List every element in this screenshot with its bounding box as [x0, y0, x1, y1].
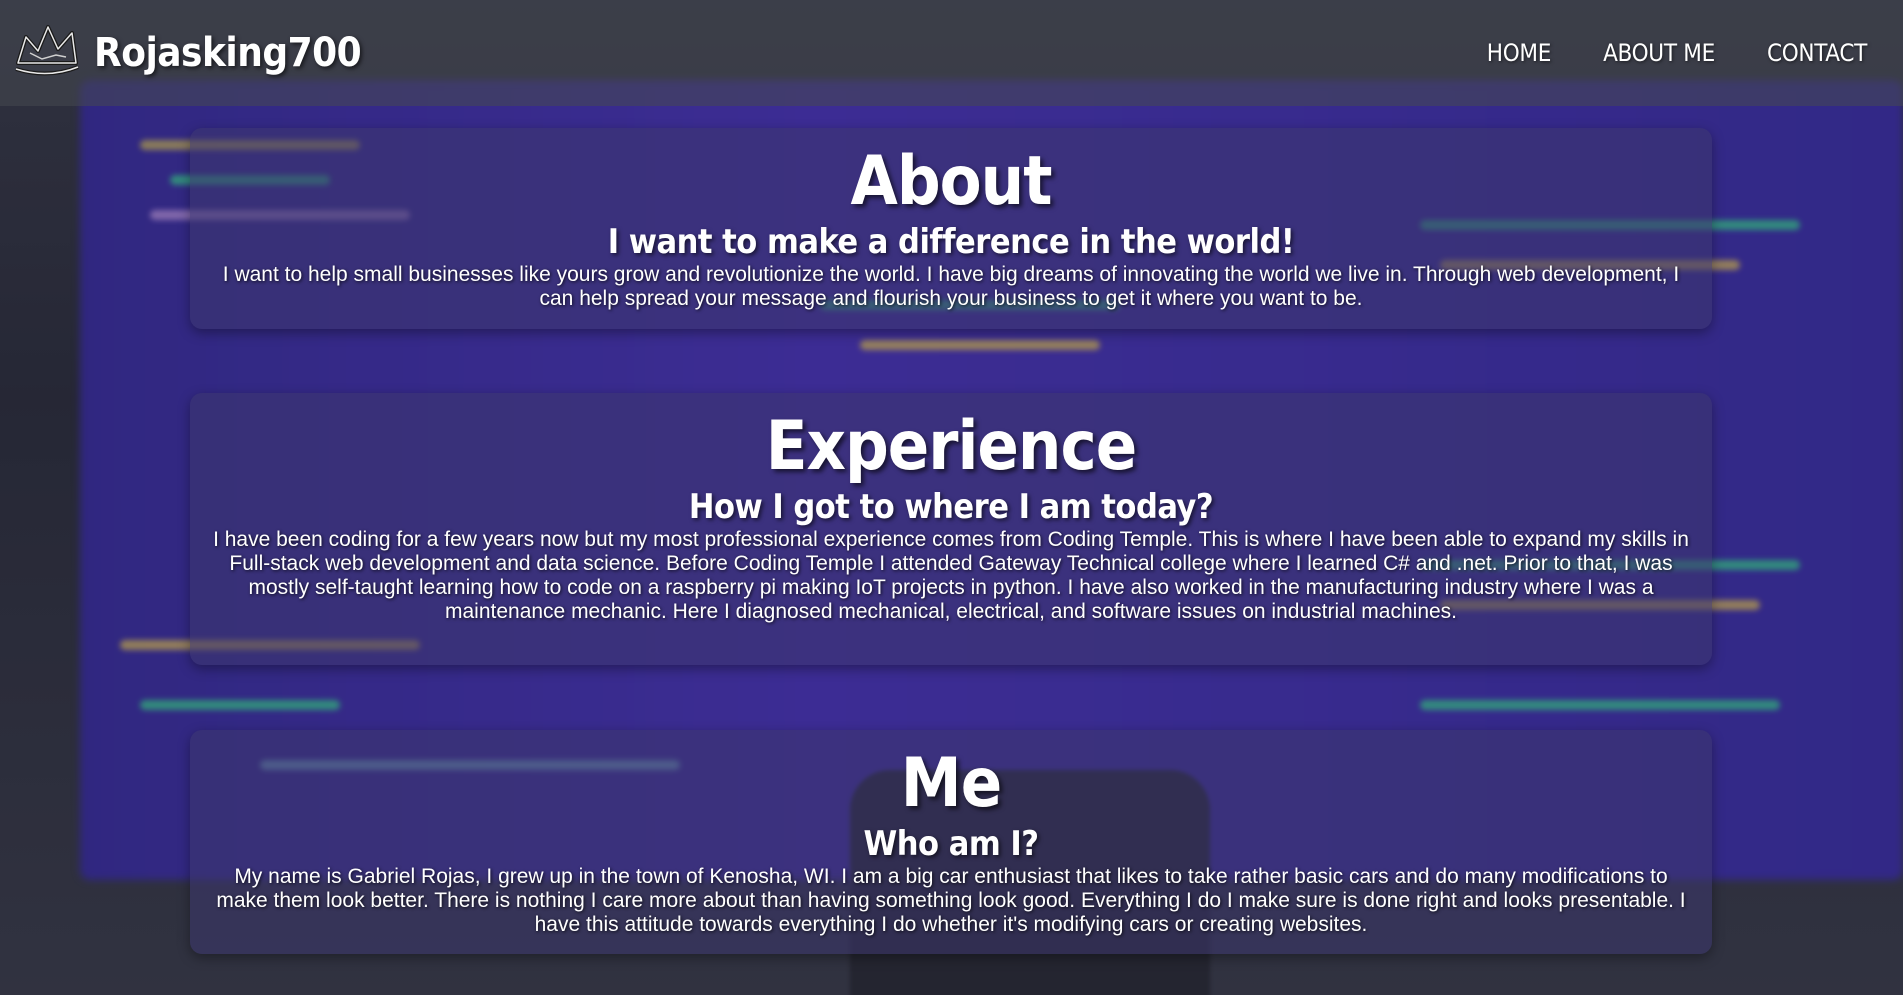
experience-title: Experience: [765, 407, 1138, 486]
main-nav: HOME ABOUT ME CONTACT: [1487, 39, 1868, 67]
about-card: About I want to make a difference in the…: [190, 128, 1712, 329]
experience-text: I have been coding for a few years now b…: [213, 528, 1689, 624]
crown-icon: [12, 19, 82, 88]
navbar: Rojasking700 HOME ABOUT ME CONTACT: [0, 0, 1903, 106]
me-subtitle: Who am I?: [863, 824, 1039, 864]
about-title: About: [850, 142, 1053, 221]
about-text: I want to help small businesses like you…: [222, 263, 1680, 311]
me-title: Me: [900, 744, 1002, 823]
brand-name: Rojasking700: [94, 30, 362, 76]
brand-link[interactable]: Rojasking700: [12, 19, 362, 88]
nav-about-me-link[interactable]: ABOUT ME: [1603, 39, 1715, 67]
me-card: Me Who am I? My name is Gabriel Rojas, I…: [190, 730, 1712, 954]
nav-home-link[interactable]: HOME: [1487, 39, 1552, 67]
about-subtitle: I want to make a difference in the world…: [607, 222, 1295, 262]
nav-contact-link[interactable]: CONTACT: [1767, 39, 1867, 67]
me-text: My name is Gabriel Rojas, I grew up in t…: [216, 865, 1686, 937]
experience-card: Experience How I got to where I am today…: [190, 393, 1712, 665]
experience-subtitle: How I got to where I am today?: [688, 487, 1214, 527]
